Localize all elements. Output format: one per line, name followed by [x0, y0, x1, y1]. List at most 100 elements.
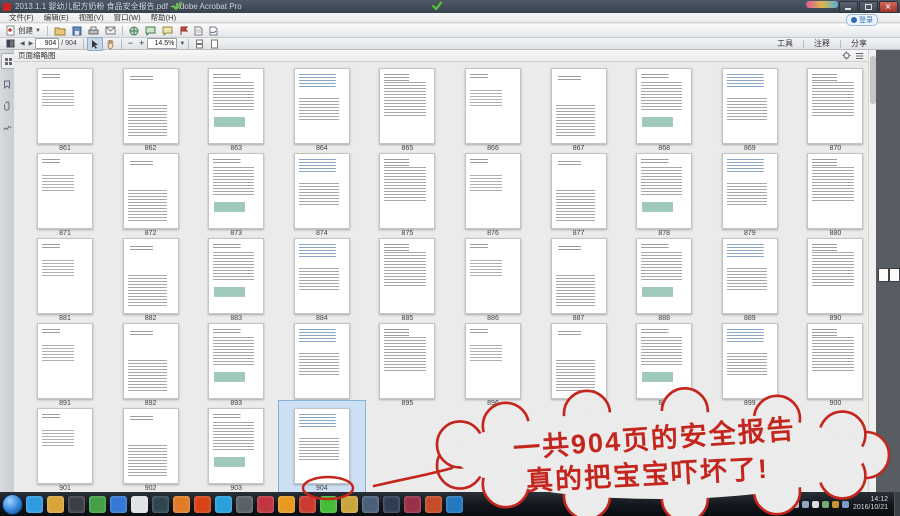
signatures-tab[interactable] — [1, 121, 13, 135]
qq-icon[interactable] — [215, 496, 232, 513]
gray-app-icon[interactable] — [236, 496, 253, 513]
page-thumbnail-image[interactable] — [208, 68, 264, 144]
navy-app-icon[interactable] — [383, 496, 400, 513]
page-thumbnail-image[interactable] — [551, 153, 607, 229]
page-thumbnail[interactable]: 867 — [536, 68, 622, 153]
page-thumbnail[interactable]: 872 — [108, 153, 194, 238]
tray-volume-icon[interactable] — [792, 501, 799, 508]
taskbar-clock[interactable]: 14:12 2016/10/21 — [853, 496, 888, 512]
scrolling-mode-button[interactable] — [192, 38, 207, 50]
page-thumbnail-image[interactable] — [722, 323, 778, 399]
tray-orange-icon[interactable] — [832, 501, 839, 508]
page-thumbnail[interactable]: 887 — [536, 238, 622, 323]
folder-icon[interactable] — [47, 496, 64, 513]
page-thumbnail[interactable]: 865 — [364, 68, 450, 153]
page-thumbnail-image[interactable] — [294, 408, 350, 484]
page-thumbnail-image[interactable] — [294, 323, 350, 399]
page-thumbnail[interactable]: 882 — [108, 238, 194, 323]
save-button[interactable] — [69, 25, 85, 37]
page-thumbnail-image[interactable] — [294, 238, 350, 314]
page-thumbnail-image[interactable] — [37, 68, 93, 144]
bookmark-flag-button[interactable] — [176, 25, 191, 37]
page-thumbnail[interactable]: 903 — [193, 408, 279, 493]
panel-menu-icon[interactable] — [855, 52, 864, 60]
page-thumbnail[interactable]: 885 — [364, 238, 450, 323]
page-thumbnail-image[interactable] — [37, 408, 93, 484]
tray-green-icon[interactable] — [822, 501, 829, 508]
gold-app-icon[interactable] — [341, 496, 358, 513]
wechat-icon[interactable] — [320, 496, 337, 513]
red-square-app-icon[interactable] — [299, 496, 316, 513]
zoom-in-button[interactable]: + — [136, 39, 147, 48]
page-thumbnail-image[interactable] — [37, 238, 93, 314]
minimize-button[interactable] — [839, 1, 858, 13]
comment-pane-button[interactable]: 注释 — [807, 38, 837, 49]
share-button[interactable] — [126, 25, 142, 37]
page-thumbnail-image[interactable] — [636, 153, 692, 229]
create-pdf-button[interactable]: 创建 ▼ — [3, 24, 44, 37]
page-thumbnail[interactable]: 873 — [193, 153, 279, 238]
page-thumbnail[interactable]: 869 — [707, 68, 793, 153]
page-thumbnails-tab[interactable] — [1, 53, 15, 69]
media-player-icon[interactable] — [68, 496, 85, 513]
page-thumbnail[interactable]: 893 — [193, 323, 279, 408]
tray-update-icon[interactable] — [812, 501, 819, 508]
tray-network-icon[interactable] — [802, 501, 809, 508]
share-pane-button[interactable]: 分享 — [844, 38, 874, 49]
zoom-level-input[interactable]: 14.5% — [147, 38, 177, 49]
page-thumbnail[interactable]: 902 — [108, 408, 194, 493]
zoom-chevron-down-icon[interactable]: ▼ — [179, 41, 185, 47]
flame-app-icon[interactable] — [194, 496, 211, 513]
sign-in-button[interactable]: 登录 — [846, 14, 878, 26]
page-thumbnail-image[interactable] — [807, 153, 863, 229]
page-thumbnail[interactable]: 883 — [193, 238, 279, 323]
ps-app-icon[interactable] — [446, 496, 463, 513]
page-thumbnail[interactable]: 876 — [450, 153, 536, 238]
menu-file[interactable]: 文件(F) — [4, 12, 39, 23]
page-thumbnail-image[interactable] — [379, 68, 435, 144]
page-thumbnail[interactable]: 863 — [193, 68, 279, 153]
page-thumbnail[interactable]: 880 — [792, 153, 878, 238]
page-thumbnail[interactable]: 890 — [792, 238, 878, 323]
page-thumbnail[interactable]: 871 — [22, 153, 108, 238]
show-nav-pane-button[interactable] — [3, 38, 18, 49]
page-thumbnail-image[interactable] — [37, 323, 93, 399]
white-app-icon[interactable] — [131, 496, 148, 513]
zoom-out-button[interactable]: − — [125, 39, 136, 48]
page-thumbnail-image[interactable] — [208, 408, 264, 484]
page-thumbnail[interactable]: 861 — [22, 68, 108, 153]
page-number-input[interactable]: 904 — [35, 38, 59, 49]
highlight-button[interactable] — [159, 25, 176, 37]
menu-edit[interactable]: 编辑(E) — [39, 12, 74, 23]
page-thumbnail-image[interactable] — [551, 68, 607, 144]
bookmarks-tab[interactable] — [1, 77, 13, 91]
page-thumbnail-image[interactable] — [807, 68, 863, 144]
page-thumbnail[interactable]: 870 — [792, 68, 878, 153]
page-thumbnail[interactable]: 886 — [450, 238, 536, 323]
single-page-mode-button[interactable] — [207, 38, 222, 50]
search-app-icon[interactable] — [278, 496, 295, 513]
page-thumbnail-image[interactable] — [37, 153, 93, 229]
page-thumbnail-image[interactable] — [465, 68, 521, 144]
page-thumbnail-image[interactable] — [636, 68, 692, 144]
menu-help[interactable]: 帮助(H) — [146, 12, 181, 23]
page-thumbnail[interactable]: 899 — [707, 323, 793, 408]
page-thumbnail-image[interactable] — [807, 238, 863, 314]
page-thumbnail[interactable]: 894 — [279, 323, 365, 408]
page-thumbnail[interactable]: 900 — [792, 323, 878, 408]
page-thumbnail[interactable]: 892 — [108, 323, 194, 408]
page-thumbnail-image[interactable] — [379, 238, 435, 314]
steel-app-icon[interactable] — [362, 496, 379, 513]
page-thumbnail[interactable]: 875 — [364, 153, 450, 238]
page-thumbnail[interactable]: 864 — [279, 68, 365, 153]
ie-icon[interactable] — [26, 496, 43, 513]
page-thumbnail-image[interactable] — [636, 323, 692, 399]
page-thumbnail-image[interactable] — [807, 323, 863, 399]
page-thumbnail-image[interactable] — [123, 68, 179, 144]
page-thumbnail[interactable]: 888 — [621, 238, 707, 323]
email-button[interactable] — [102, 25, 119, 36]
dark-app-icon[interactable] — [152, 496, 169, 513]
panel-options-gear-icon[interactable] — [842, 51, 851, 60]
attachments-tab[interactable] — [1, 99, 13, 113]
page-thumbnail-image[interactable] — [722, 68, 778, 144]
